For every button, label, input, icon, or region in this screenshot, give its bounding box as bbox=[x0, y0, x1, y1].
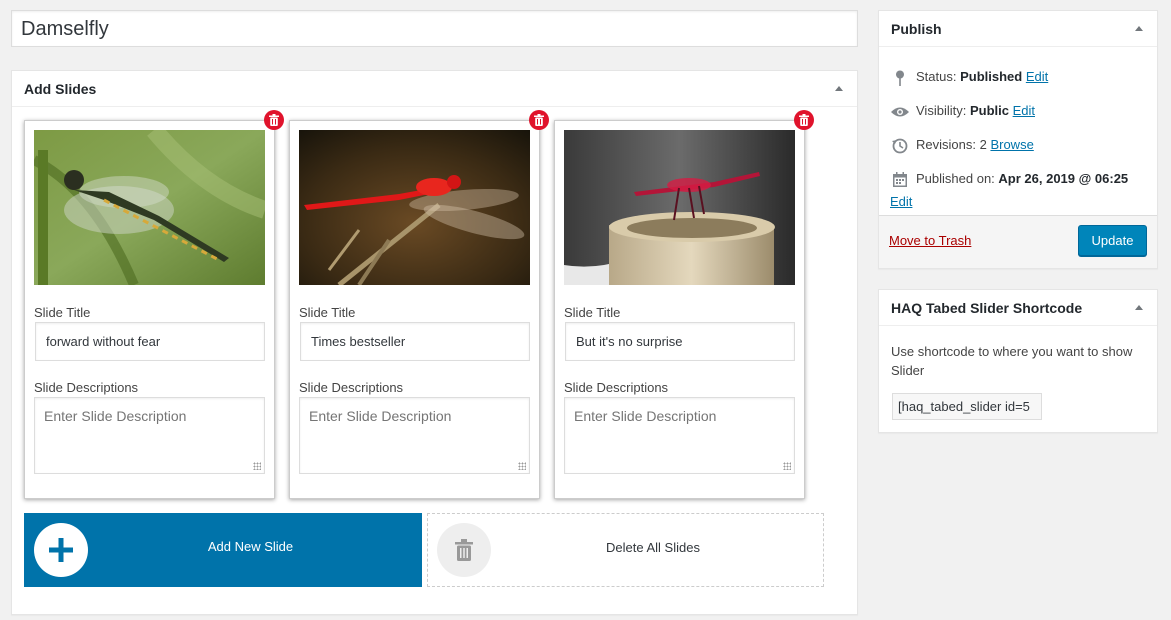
add-new-slide-button[interactable]: Add New Slide bbox=[24, 513, 422, 587]
add-slides-header[interactable]: Add Slides bbox=[12, 71, 857, 107]
slide-image bbox=[299, 130, 530, 285]
revisions-count: 2 bbox=[979, 137, 987, 152]
slide-description-placeholder: Enter Slide Description bbox=[309, 408, 452, 424]
status-label: Status: bbox=[916, 69, 957, 84]
post-title-input[interactable]: Damselfly bbox=[11, 10, 858, 47]
slide-description-label: Slide Descriptions bbox=[564, 380, 669, 395]
slide-image bbox=[564, 130, 795, 285]
slide-description-label: Slide Descriptions bbox=[299, 380, 404, 395]
slide-description-textarea[interactable]: Enter Slide Description bbox=[564, 397, 795, 474]
resize-grip-icon[interactable] bbox=[783, 462, 791, 470]
slide-title-label: Slide Title bbox=[34, 305, 91, 320]
publish-header[interactable]: Publish bbox=[879, 11, 1157, 47]
slide-title-label: Slide Title bbox=[299, 305, 356, 320]
pin-icon bbox=[890, 69, 910, 87]
shortcode-description: Use shortcode to where you want to show … bbox=[891, 344, 1133, 378]
calendar-icon bbox=[890, 171, 910, 189]
slide-description-label: Slide Descriptions bbox=[34, 380, 139, 395]
move-to-trash-link[interactable]: Move to Trash bbox=[889, 233, 971, 248]
status-value: Published bbox=[960, 69, 1023, 84]
delete-slide-button[interactable] bbox=[529, 110, 549, 130]
publish-actions: Move to Trash Update bbox=[879, 215, 1157, 268]
trash-icon bbox=[799, 114, 809, 126]
slide-description-textarea[interactable]: Enter Slide Description bbox=[34, 397, 265, 474]
status-row: Status: Published Edit bbox=[890, 69, 1048, 87]
slide-description-placeholder: Enter Slide Description bbox=[44, 408, 187, 424]
visibility-label: Visibility: bbox=[916, 103, 967, 118]
slide-card: Slide Title But it's no surprise Slide D… bbox=[554, 110, 814, 499]
trash-icon bbox=[269, 114, 279, 126]
slide-image bbox=[34, 130, 265, 285]
slide-description-placeholder: Enter Slide Description bbox=[574, 408, 717, 424]
slide-title-input[interactable]: But it's no surprise bbox=[565, 322, 795, 361]
collapse-arrow-icon[interactable] bbox=[1135, 26, 1143, 31]
delete-slide-button[interactable] bbox=[794, 110, 814, 130]
published-label: Published on: bbox=[916, 171, 995, 186]
add-slides-title: Add Slides bbox=[24, 80, 97, 97]
published-date: Apr 26, 2019 @ 06:25 bbox=[998, 171, 1129, 186]
delete-all-slides-label: Delete All Slides bbox=[606, 540, 700, 555]
slide-card: Slide Title forward without fear Slide D… bbox=[24, 110, 284, 499]
revisions-label: Revisions: bbox=[916, 137, 976, 152]
shortcode-input[interactable]: [haq_tabed_slider id=5 bbox=[892, 393, 1042, 420]
shortcode-box: HAQ Tabed Slider Shortcode Use shortcode… bbox=[878, 289, 1158, 433]
publish-box: Publish Status: Published Edit Visibilit… bbox=[878, 10, 1158, 269]
delete-all-slides-button[interactable]: Delete All Slides bbox=[427, 513, 824, 587]
history-icon bbox=[890, 137, 910, 155]
publish-title: Publish bbox=[891, 20, 942, 37]
visibility-edit-link[interactable]: Edit bbox=[1013, 103, 1035, 118]
status-edit-link[interactable]: Edit bbox=[1026, 69, 1048, 84]
trash-icon bbox=[534, 114, 544, 126]
slide-title-label: Slide Title bbox=[564, 305, 621, 320]
resize-grip-icon[interactable] bbox=[253, 462, 261, 470]
slide-title-input[interactable]: Times bestseller bbox=[300, 322, 530, 361]
eye-icon bbox=[890, 103, 910, 121]
add-new-slide-label: Add New Slide bbox=[207, 539, 294, 554]
published-edit-link[interactable]: Edit bbox=[890, 194, 912, 209]
delete-slide-button[interactable] bbox=[264, 110, 284, 130]
visibility-row: Visibility: Public Edit bbox=[890, 103, 1035, 121]
slide-description-textarea[interactable]: Enter Slide Description bbox=[299, 397, 530, 474]
slide-card: Slide Title Times bestseller Slide Descr… bbox=[289, 110, 549, 499]
published-on-row: Published on: Apr 26, 2019 @ 06:25 bbox=[890, 171, 1128, 189]
collapse-arrow-icon[interactable] bbox=[1135, 305, 1143, 310]
visibility-value: Public bbox=[969, 103, 1009, 118]
shortcode-header[interactable]: HAQ Tabed Slider Shortcode bbox=[879, 290, 1157, 326]
resize-grip-icon[interactable] bbox=[518, 462, 526, 470]
collapse-arrow-icon[interactable] bbox=[835, 86, 843, 91]
revisions-row: Revisions: 2 Browse bbox=[890, 137, 1034, 155]
update-button[interactable]: Update bbox=[1078, 225, 1147, 256]
slide-title-input[interactable]: forward without fear bbox=[35, 322, 265, 361]
shortcode-title: HAQ Tabed Slider Shortcode bbox=[891, 299, 1083, 316]
revisions-browse-link[interactable]: Browse bbox=[990, 137, 1033, 152]
